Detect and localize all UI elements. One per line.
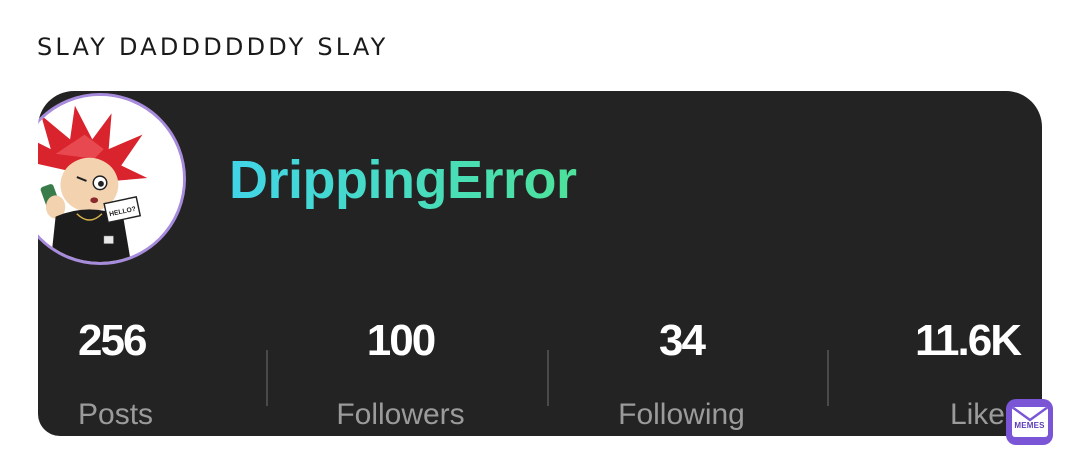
stat-posts-label: Posts: [78, 398, 154, 431]
stat-divider: [547, 350, 549, 406]
stat-following-value: 34: [659, 316, 706, 365]
stat-divider: [266, 350, 268, 406]
stat-posts[interactable]: 256 Posts: [78, 319, 153, 430]
envelope-icon: MEMES: [1011, 407, 1048, 437]
post-caption: SLAY DADDDDDDY SLAY: [37, 33, 389, 61]
profile-avatar[interactable]: HELLO?: [38, 93, 186, 265]
stat-following[interactable]: 34 Following: [579, 319, 784, 430]
stat-followers-value: 100: [366, 316, 436, 365]
username[interactable]: DrippingError: [229, 149, 577, 211]
profile-card: HELLO? DrippingError 256 Posts 100 Follo…: [38, 91, 1042, 436]
stat-likes-label: Likes: [949, 398, 1020, 431]
stat-likes-value: 11.6K: [915, 316, 1022, 365]
anime-character-avatar-icon: HELLO?: [38, 96, 183, 262]
stat-following-label: Following: [618, 398, 745, 431]
memes-watermark-icon: MEMES: [1006, 399, 1053, 445]
stat-followers[interactable]: 100 Followers: [298, 319, 503, 430]
stat-followers-label: Followers: [336, 398, 465, 431]
stat-posts-value: 256: [78, 316, 147, 365]
stat-divider: [827, 350, 829, 406]
stat-likes[interactable]: 11.6K Likes: [915, 316, 1022, 431]
watermark-text: MEMES: [1014, 421, 1045, 430]
